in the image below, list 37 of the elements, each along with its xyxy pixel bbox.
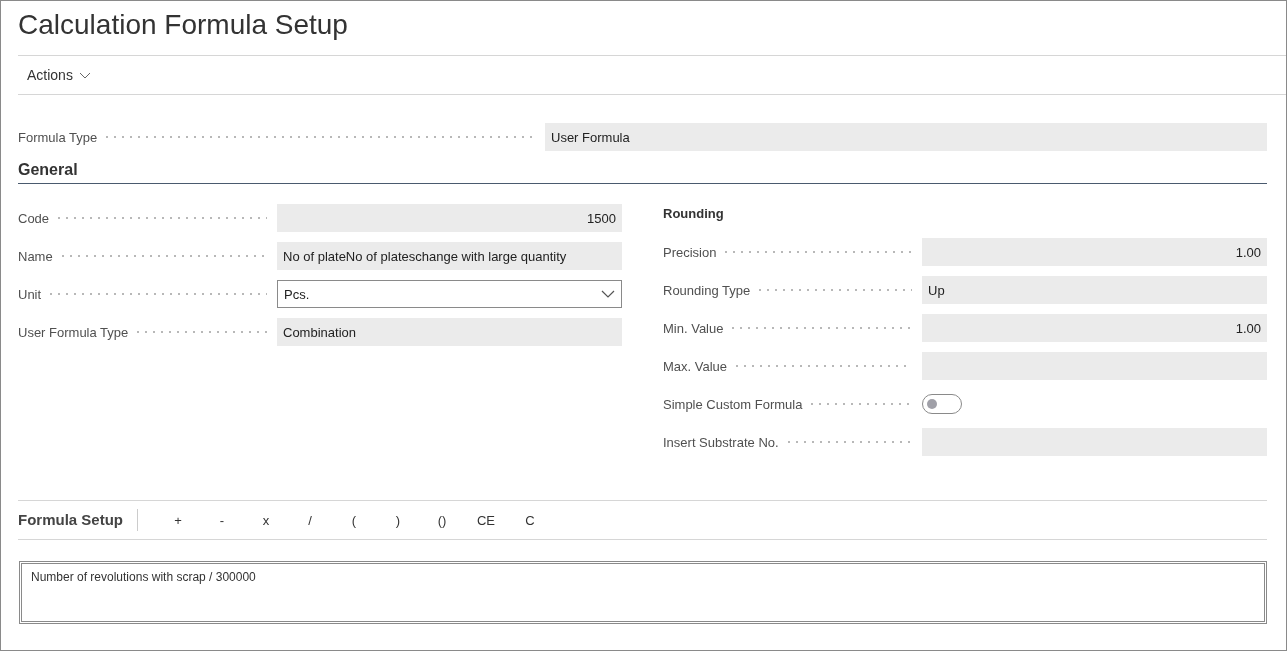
field-label: Rounding Type xyxy=(663,282,751,298)
field-label: Simple Custom Formula xyxy=(663,396,803,412)
input-field[interactable]: 1.00 xyxy=(922,238,1267,266)
field-label: Name xyxy=(18,248,53,264)
operator-button[interactable]: C xyxy=(508,508,552,532)
input-field[interactable]: Combination xyxy=(277,318,622,346)
operator-button[interactable]: / xyxy=(288,508,332,532)
field-label: Code xyxy=(18,210,50,226)
operator-button[interactable]: CE xyxy=(464,508,508,532)
input-field[interactable]: 1500 xyxy=(277,204,622,232)
group-heading: Rounding xyxy=(663,206,725,223)
field-label: Max. Value xyxy=(663,358,728,374)
operator-button[interactable]: () xyxy=(420,508,464,532)
field-label: Unit xyxy=(18,286,42,302)
field-label: Precision xyxy=(663,244,717,260)
actions-menu-button[interactable]: Actions xyxy=(27,67,91,83)
operator-button[interactable]: ) xyxy=(376,508,420,532)
page-title: Calculation Formula Setup xyxy=(18,8,349,42)
input-field[interactable]: 1.00 xyxy=(922,314,1267,342)
operator-button[interactable]: ( xyxy=(332,508,376,532)
operator-button[interactable]: x xyxy=(244,508,288,532)
section-heading: General xyxy=(18,161,1267,184)
dropdown-field[interactable]: Pcs. xyxy=(277,280,622,308)
field-label: Min. Value xyxy=(663,320,724,336)
operator-button[interactable]: - xyxy=(200,508,244,532)
field-label: Formula Type xyxy=(18,129,98,145)
section-heading: Formula Setup xyxy=(18,509,138,531)
formula-text-area[interactable]: Number of revolutions with scrap / 300000 xyxy=(19,561,1267,624)
field-label: Insert Substrate No. xyxy=(663,434,779,450)
operator-button[interactable]: + xyxy=(156,508,200,532)
field-label: User Formula Type xyxy=(18,324,129,340)
toggle-switch[interactable] xyxy=(922,394,962,414)
input-field[interactable]: User Formula xyxy=(545,123,1267,151)
input-field[interactable]: Up xyxy=(922,276,1267,304)
input-field[interactable]: No of plateNo of plateschange with large quantity xyxy=(277,242,622,270)
chevron-down-icon xyxy=(601,290,615,298)
chevron-down-icon xyxy=(78,71,91,79)
